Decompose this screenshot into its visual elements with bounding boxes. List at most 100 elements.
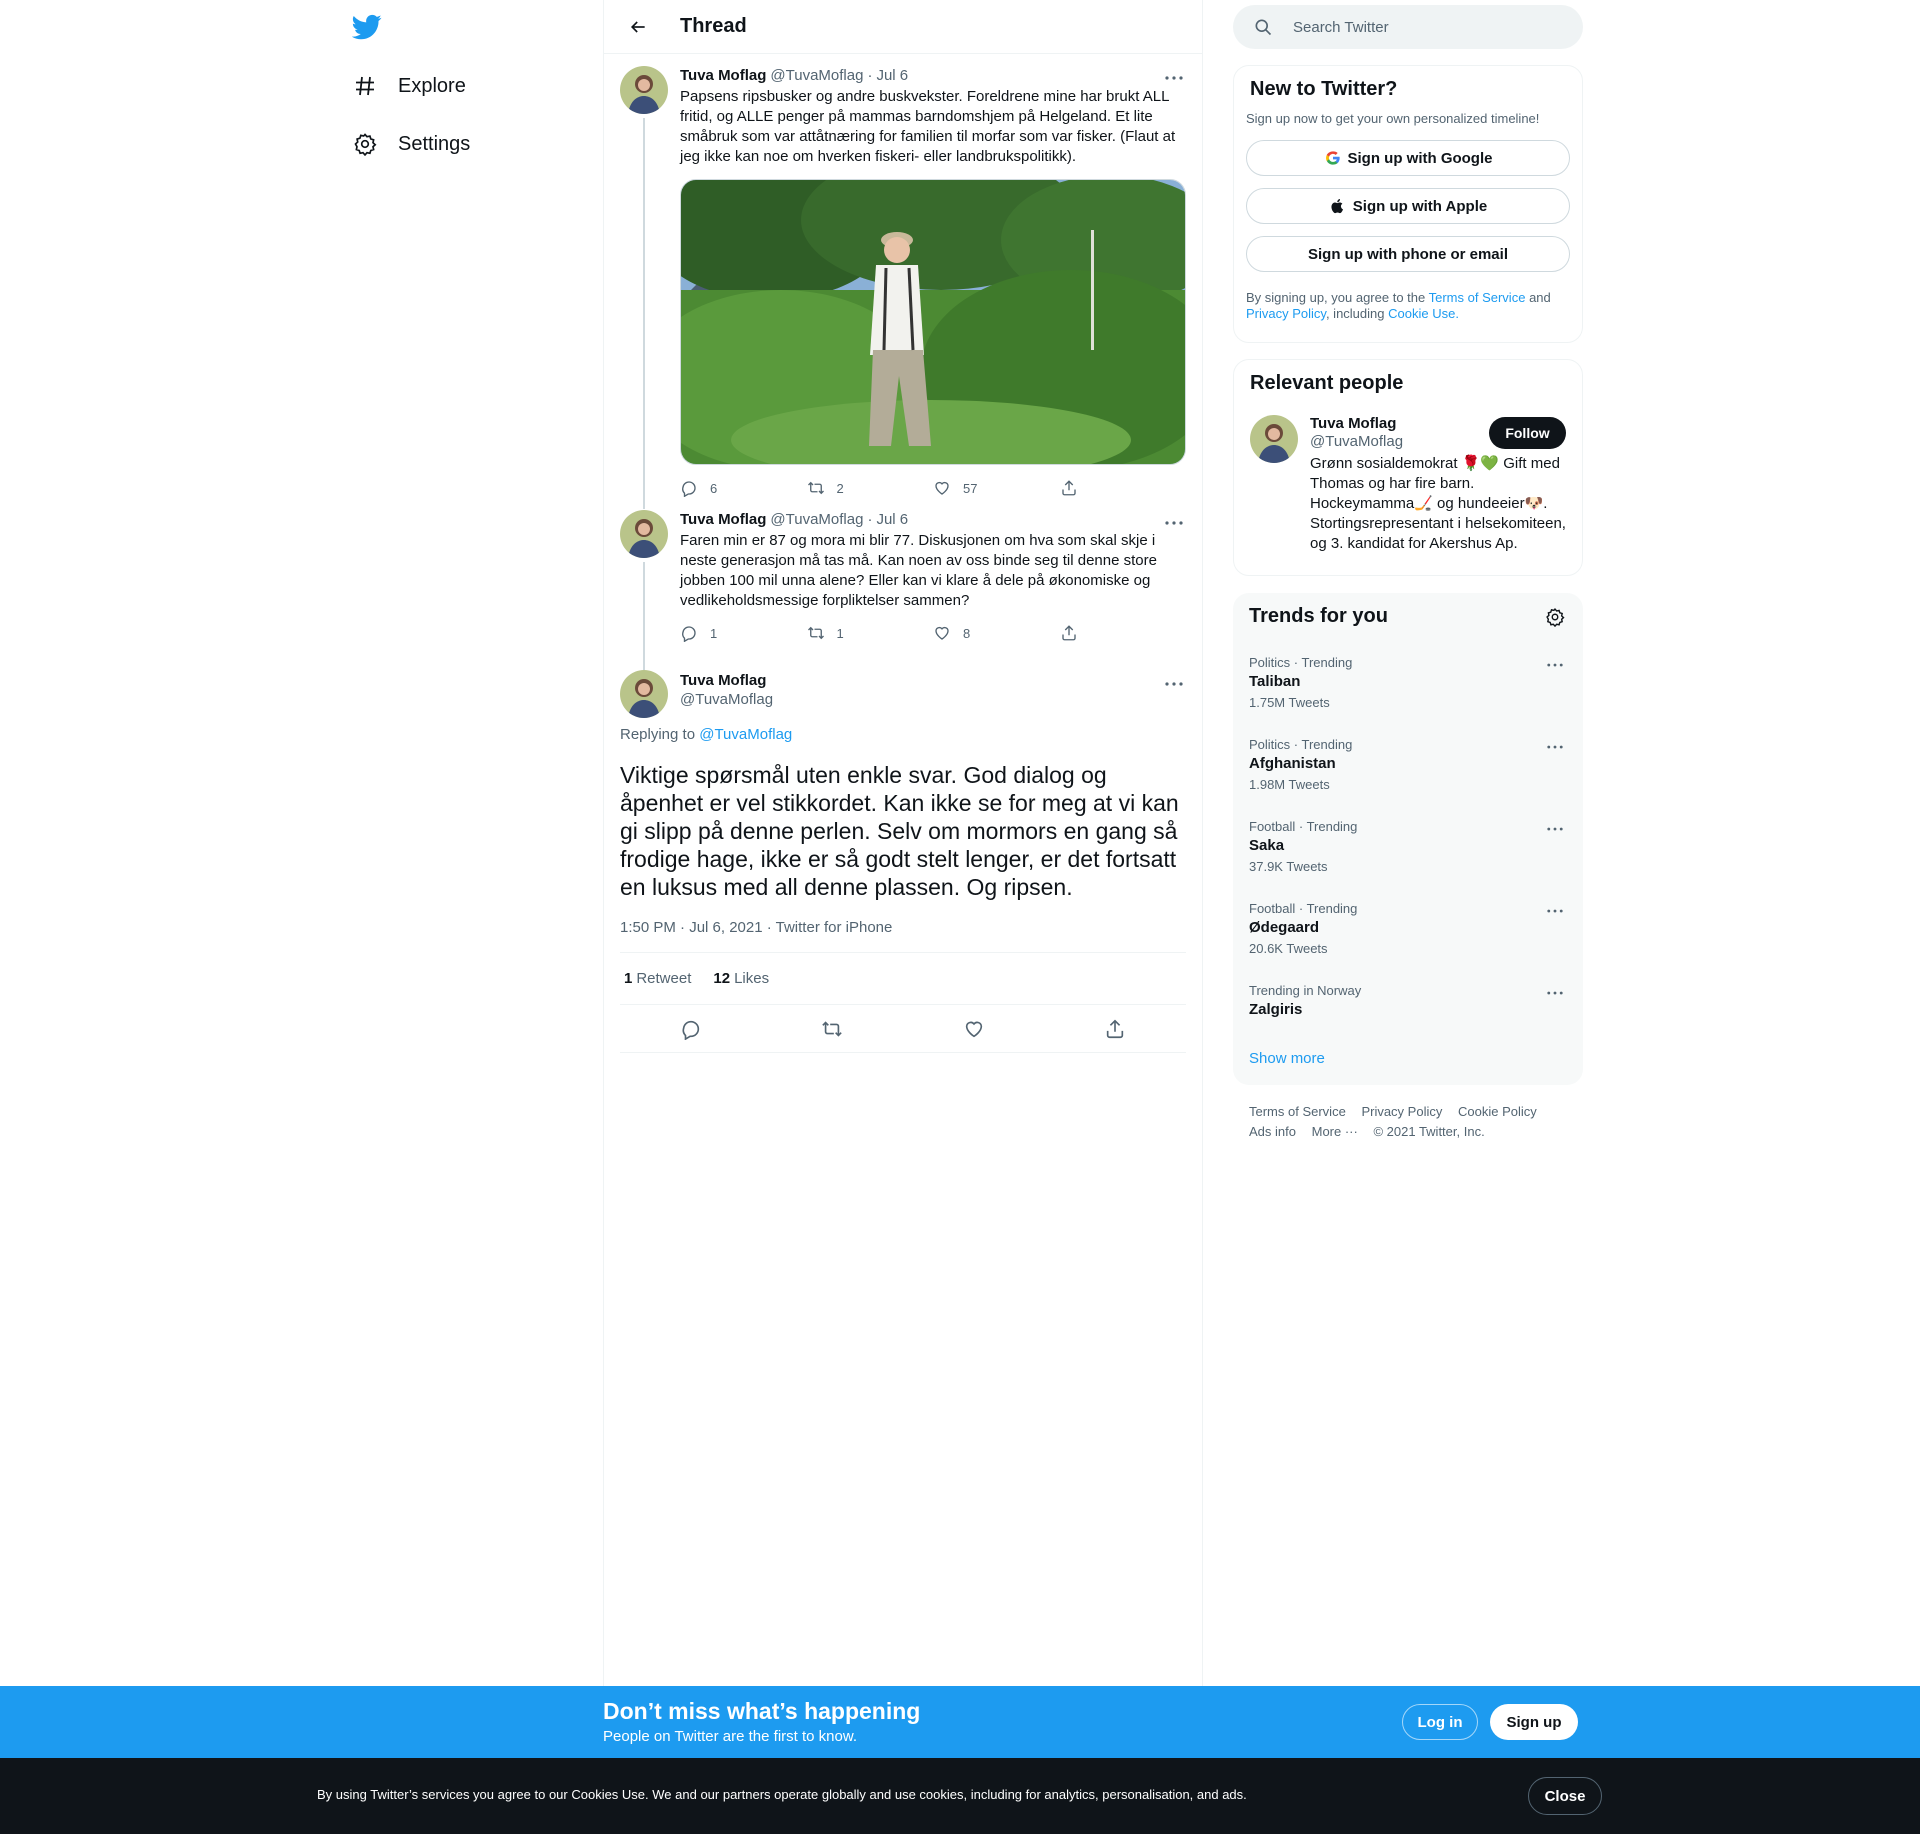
cookie-use-link[interactable]: Cookie Use.: [1388, 306, 1459, 321]
search-input[interactable]: [1293, 18, 1553, 36]
footer-ads-link[interactable]: Ads info: [1249, 1124, 1296, 1139]
login-button[interactable]: Log in: [1402, 1704, 1478, 1740]
tweet-text: Papsens ripsbusker og andre buskvekster.…: [680, 88, 1176, 165]
back-button[interactable]: [620, 9, 656, 45]
footer-privacy-link[interactable]: Privacy Policy: [1361, 1104, 1442, 1119]
reply-icon: [682, 626, 696, 642]
signup-legal-text: By signing up, you agree to the Terms of…: [1246, 290, 1570, 322]
footer-more-link[interactable]: More ···: [1312, 1124, 1358, 1139]
signup-apple-button[interactable]: Sign up with Apple: [1246, 188, 1570, 224]
more-options-icon[interactable]: [1543, 655, 1567, 675]
retweet-count: 1: [624, 970, 633, 987]
share-icon: [1061, 625, 1076, 641]
search-bar[interactable]: [1233, 5, 1583, 49]
trend-item[interactable]: Politics · Trending Afghanistan 1.98M Tw…: [1233, 727, 1583, 809]
main-column: Thread Tuva Moflag @TuvaMoflag · Jul 6 P…: [603, 0, 1203, 1834]
more-options-icon[interactable]: [1543, 737, 1567, 757]
trends-settings-gear-icon[interactable]: [1545, 607, 1567, 629]
likes-stat[interactable]: 12 Likes: [713, 970, 769, 987]
privacy-policy-link[interactable]: Privacy Policy: [1246, 306, 1326, 321]
more-options-icon[interactable]: [1543, 983, 1567, 1003]
tweet-header: Tuva Moflag @TuvaMoflag · Jul 6: [680, 509, 1186, 529]
reply-button[interactable]: 1: [680, 624, 807, 642]
thread-tweet[interactable]: Tuva Moflag @TuvaMoflag · Jul 6 Faren mi…: [604, 509, 1202, 670]
retweet-button[interactable]: 1: [807, 624, 934, 642]
nav-item-settings[interactable]: Settings: [352, 122, 470, 166]
legal-text-1: By signing up, you agree to the: [1246, 290, 1426, 305]
twitter-logo-icon[interactable]: [351, 12, 382, 42]
thread-line: [643, 118, 645, 509]
page-title: Thread: [680, 15, 747, 37]
relevant-person[interactable]: Follow Tuva Moflag @TuvaMoflag Grønn sos…: [1250, 415, 1566, 554]
trend-topic: Zalgiris: [1249, 1001, 1303, 1018]
avatar[interactable]: [1250, 415, 1298, 463]
author-handle[interactable]: @TuvaMoflag: [680, 691, 1186, 708]
like-button[interactable]: [954, 1009, 994, 1049]
signup-phone-email-button[interactable]: Sign up with phone or email: [1246, 236, 1570, 272]
trend-item[interactable]: Trending in Norway Zalgiris: [1233, 973, 1583, 1055]
tweet-date[interactable]: Jul 6: [876, 67, 908, 84]
apple-icon: [1329, 197, 1347, 215]
avatar[interactable]: [620, 510, 668, 558]
sidebar-footer: Terms of Service Privacy Policy Cookie P…: [1249, 1102, 1579, 1142]
signup-apple-label: Sign up with Apple: [1352, 197, 1488, 215]
nav-item-explore[interactable]: Explore: [352, 64, 466, 108]
more-options-icon[interactable]: [1543, 819, 1567, 839]
legal-text-3: , including: [1325, 306, 1385, 321]
share-button[interactable]: [1095, 1009, 1135, 1049]
retweet-button[interactable]: [812, 1009, 852, 1049]
retweet-count: 2: [836, 480, 844, 496]
avatar[interactable]: [620, 66, 668, 114]
replying-handle-link[interactable]: @TuvaMoflag: [699, 726, 792, 743]
author-handle[interactable]: @TuvaMoflag: [770, 511, 863, 528]
focal-tweet-text: Viktige spørsmål uten enkle svar. God di…: [620, 762, 1179, 900]
reply-button[interactable]: [671, 1009, 711, 1049]
trend-topic: Ødegaard: [1249, 919, 1320, 936]
tweet-header: Tuva Moflag @TuvaMoflag · Jul 6: [680, 65, 1186, 85]
trend-item[interactable]: Politics · Trending Taliban 1.75M Tweets: [1233, 645, 1583, 727]
thread-header: Thread: [604, 0, 1202, 54]
show-more-link[interactable]: Show more: [1249, 1050, 1325, 1067]
hashtag-icon: [352, 73, 378, 99]
signup-button[interactable]: Sign up: [1490, 1704, 1578, 1740]
terms-of-service-link[interactable]: Terms of Service: [1429, 290, 1526, 305]
trend-item[interactable]: Football · Trending Ødegaard 20.6K Tweet…: [1233, 891, 1583, 973]
tweet-photo[interactable]: [680, 179, 1186, 465]
signup-google-button[interactable]: Sign up with Google: [1246, 140, 1570, 176]
card-title: Trends for you: [1249, 605, 1388, 627]
author-name[interactable]: Tuva Moflag: [680, 672, 1186, 689]
share-button[interactable]: [1060, 624, 1187, 642]
trend-item[interactable]: Football · Trending Saka 37.9K Tweets: [1233, 809, 1583, 891]
tweet-timestamp[interactable]: 1:50 PM · Jul 6, 2021 · Twitter for iPho…: [620, 919, 1186, 953]
tweet-date[interactable]: Jul 6: [876, 511, 908, 528]
like-label: Likes: [734, 970, 770, 987]
reply-icon: [682, 481, 696, 497]
replying-prefix: Replying to: [620, 726, 696, 743]
avatar[interactable]: [620, 670, 668, 718]
nav-item-label: Explore: [398, 74, 466, 97]
author-name[interactable]: Tuva Moflag: [680, 67, 766, 84]
separator: ·: [867, 510, 873, 528]
tweet-text: Faren min er 87 og mora mi blir 77. Disk…: [680, 532, 1157, 609]
more-options-icon[interactable]: [1162, 68, 1186, 88]
like-button[interactable]: 57: [933, 479, 1060, 497]
share-button[interactable]: [1060, 479, 1187, 497]
author-name[interactable]: Tuva Moflag: [680, 511, 766, 528]
follow-button[interactable]: Follow: [1489, 417, 1566, 449]
tweet-stats: 1 Retweet 12 Likes: [620, 953, 1186, 1005]
author-handle[interactable]: @TuvaMoflag: [770, 67, 863, 84]
like-button[interactable]: 8: [933, 624, 1060, 642]
close-button[interactable]: Close: [1528, 1777, 1602, 1815]
thread-tweet[interactable]: Tuva Moflag @TuvaMoflag · Jul 6 Papsens …: [604, 54, 1202, 509]
footer-cookie-link[interactable]: Cookie Policy: [1458, 1104, 1537, 1119]
more-options-icon[interactable]: [1543, 901, 1567, 921]
retweets-stat[interactable]: 1 Retweet: [624, 970, 691, 987]
more-options-icon[interactable]: [1162, 674, 1186, 694]
footer-terms-link[interactable]: Terms of Service: [1249, 1104, 1346, 1119]
reply-button[interactable]: 6: [680, 479, 807, 497]
legal-text-2: and: [1529, 290, 1551, 305]
retweet-button[interactable]: 2: [807, 479, 934, 497]
relevant-people-card: Relevant people Follow Tuva Moflag @Tuva…: [1233, 359, 1583, 576]
trend-category: Trending in Norway: [1249, 983, 1362, 998]
more-options-icon[interactable]: [1162, 513, 1186, 533]
